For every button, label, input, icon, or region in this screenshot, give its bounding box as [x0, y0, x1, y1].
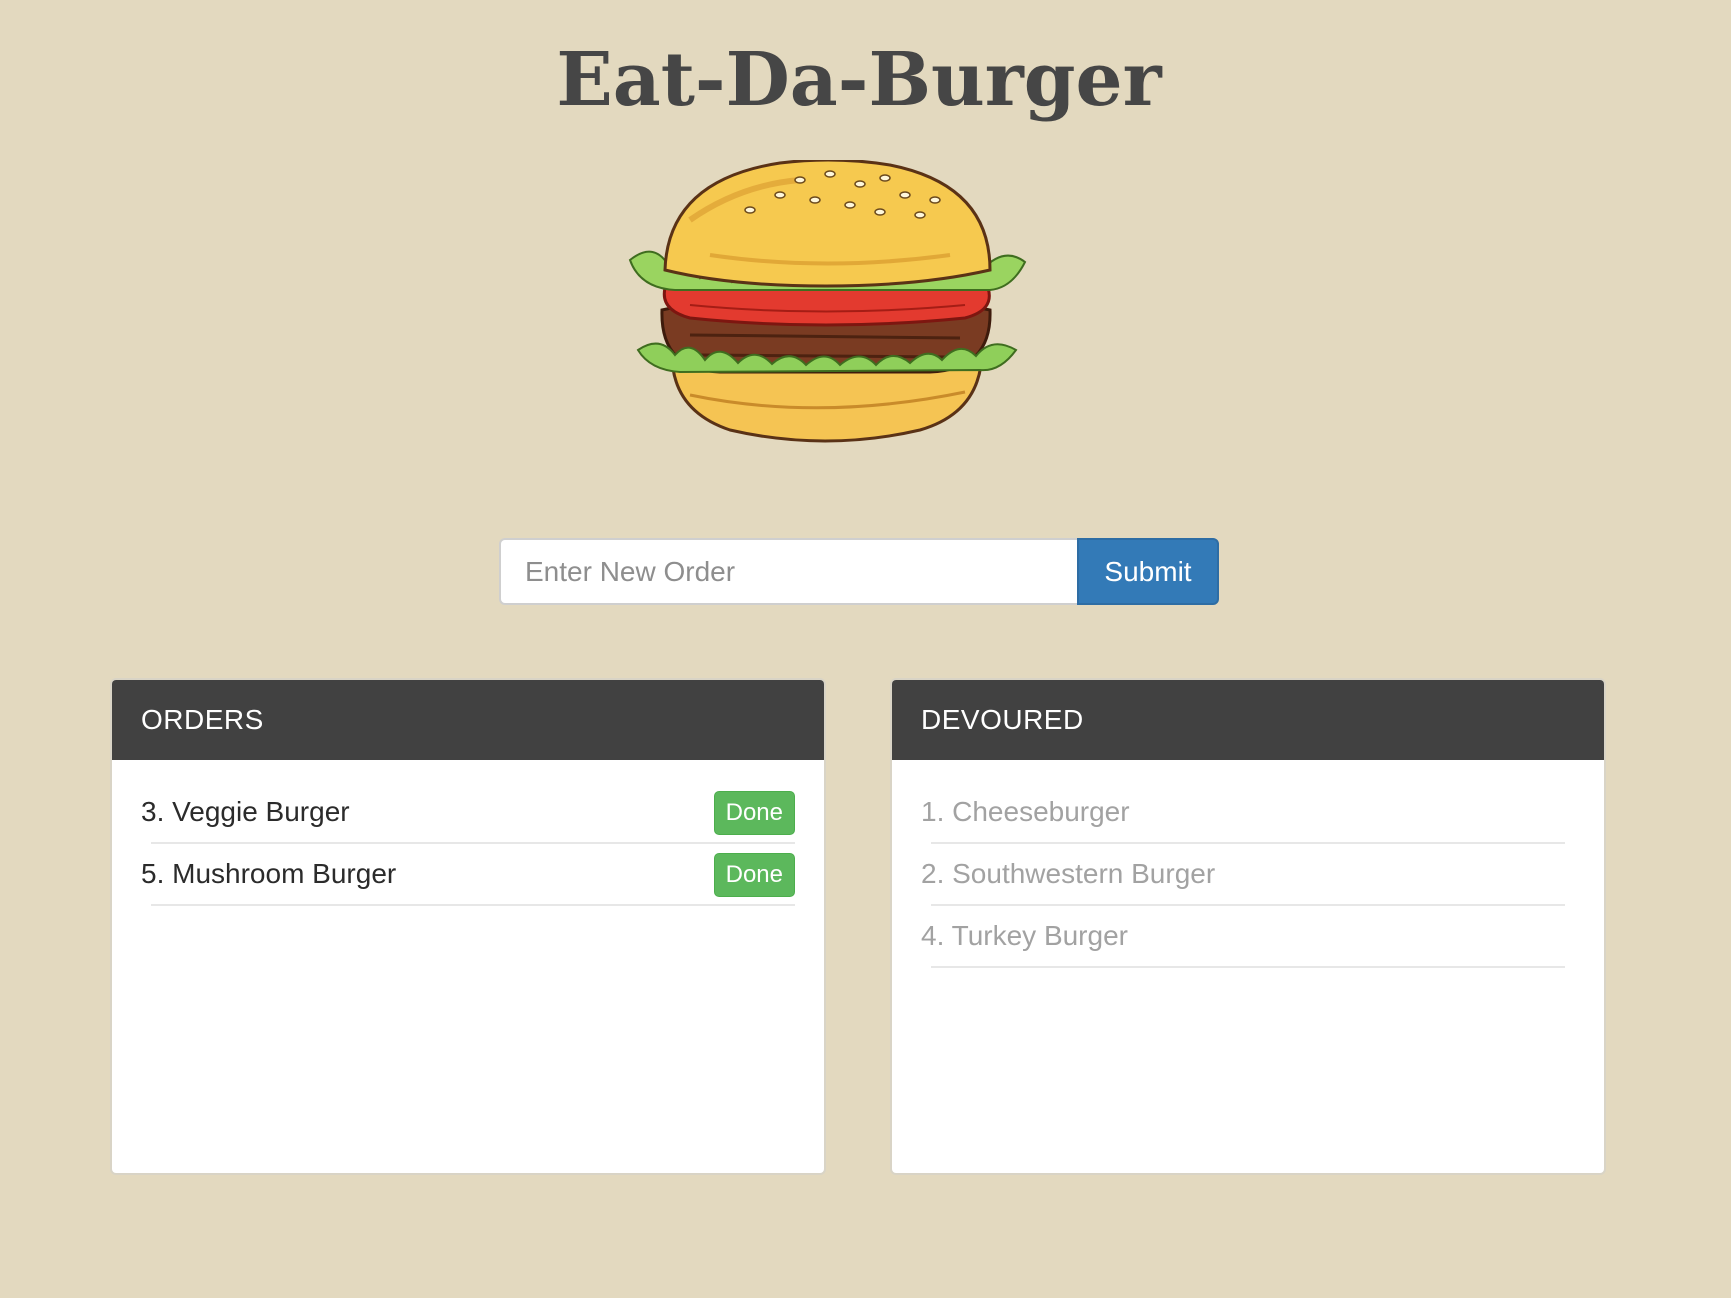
order-item: 3. Veggie Burger Done — [141, 782, 795, 844]
devoured-item: 2. Southwestern Burger — [921, 844, 1565, 906]
new-order-form: Submit — [499, 538, 1219, 605]
orders-list: 3. Veggie Burger Done 5. Mushroom Burger… — [112, 760, 824, 906]
burger-illustration-icon — [628, 160, 1027, 443]
devoured-item: 4. Turkey Burger — [921, 906, 1565, 968]
done-button[interactable]: Done — [713, 791, 795, 835]
devoured-list: 1. Cheeseburger 2. Southwestern Burger 4… — [892, 760, 1604, 968]
devoured-item-label: 2. Southwestern Burger — [921, 858, 1216, 889]
devoured-panel: DEVOURED 1. Cheeseburger 2. Southwestern… — [890, 678, 1606, 1175]
order-item-label: 3. Veggie Burger — [141, 796, 350, 827]
submit-button[interactable]: Submit — [1077, 538, 1219, 605]
orders-panel: ORDERS 3. Veggie Burger Done 5. Mushroom… — [110, 678, 826, 1175]
new-order-input[interactable] — [499, 538, 1077, 605]
page-title: Eat-Da-Burger — [556, 37, 1162, 123]
devoured-panel-header: DEVOURED — [892, 680, 1604, 760]
order-item-label: 5. Mushroom Burger — [141, 858, 397, 889]
devoured-item-label: 1. Cheeseburger — [921, 796, 1130, 827]
devoured-item-label: 4. Turkey Burger — [921, 920, 1128, 951]
devoured-item: 1. Cheeseburger — [921, 782, 1565, 844]
orders-panel-header: ORDERS — [112, 680, 824, 760]
order-item: 5. Mushroom Burger Done — [141, 844, 795, 906]
done-button[interactable]: Done — [713, 853, 795, 897]
